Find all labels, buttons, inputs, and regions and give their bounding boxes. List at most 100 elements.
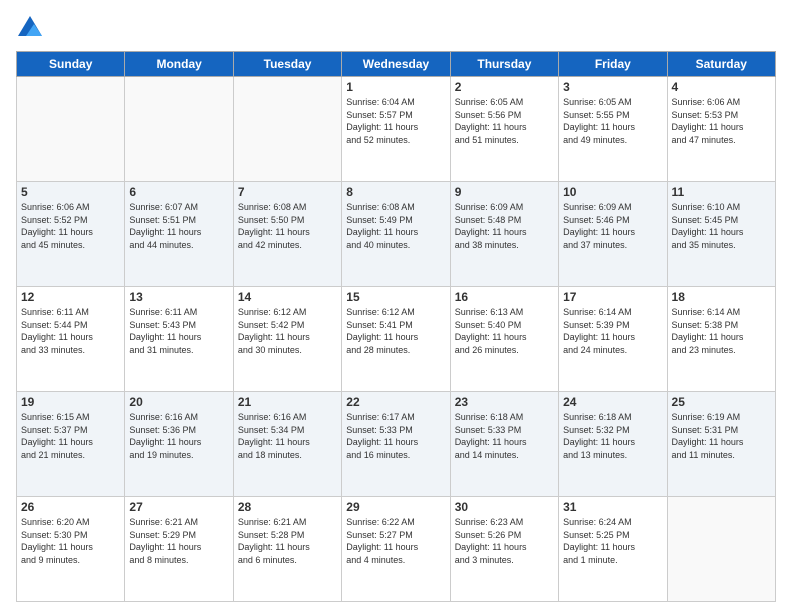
calendar-cell: 17 Sunrise: 6:14 AM Sunset: 5:39 PM Dayli…	[559, 287, 667, 392]
weekday-header: Sunday	[17, 52, 125, 77]
calendar-header-row: SundayMondayTuesdayWednesdayThursdayFrid…	[17, 52, 776, 77]
calendar-cell: 10Sunrise: 6:09 AM Sunset: 5:46 PM Dayli…	[559, 182, 667, 287]
day-number: 23	[455, 395, 554, 409]
calendar-cell: 21 Sunrise: 6:16 AM Sunset: 5:34 PM Dayli…	[233, 392, 341, 497]
calendar-cell: 31Sunrise: 6:24 AM Sunset: 5:25 PM Dayli…	[559, 497, 667, 602]
day-info: Sunrise: 6:21 AM Sunset: 5:28 PM Dayligh…	[238, 516, 337, 566]
day-number: 24	[563, 395, 662, 409]
calendar-cell: 28 Sunrise: 6:21 AM Sunset: 5:28 PM Dayli…	[233, 497, 341, 602]
day-info: Sunrise: 6:14 AM Sunset: 5:38 PM Dayligh…	[672, 306, 771, 356]
day-info: Sunrise: 6:14 AM Sunset: 5:39 PM Dayligh…	[563, 306, 662, 356]
calendar-cell: 19 Sunrise: 6:15 AM Sunset: 5:37 PM Dayli…	[17, 392, 125, 497]
day-number: 26	[21, 500, 120, 514]
day-info: Sunrise: 6:04 AM Sunset: 5:57 PM Dayligh…	[346, 96, 445, 146]
day-info: Sunrise: 6:11 AM Sunset: 5:44 PM Dayligh…	[21, 306, 120, 356]
day-number: 6	[129, 185, 228, 199]
calendar-cell: 6 Sunrise: 6:07 AM Sunset: 5:51 PM Daylig…	[125, 182, 233, 287]
day-number: 1	[346, 80, 445, 94]
calendar-cell	[125, 77, 233, 182]
day-number: 4	[672, 80, 771, 94]
day-number: 20	[129, 395, 228, 409]
calendar-cell: 23 Sunrise: 6:18 AM Sunset: 5:33 PM Dayli…	[450, 392, 558, 497]
calendar-cell: 14Sunrise: 6:12 AM Sunset: 5:42 PM Dayli…	[233, 287, 341, 392]
day-number: 13	[129, 290, 228, 304]
calendar-cell: 26 Sunrise: 6:20 AM Sunset: 5:30 PM Dayli…	[17, 497, 125, 602]
day-info: Sunrise: 6:07 AM Sunset: 5:51 PM Dayligh…	[129, 201, 228, 251]
day-info: Sunrise: 6:16 AM Sunset: 5:34 PM Dayligh…	[238, 411, 337, 461]
calendar-cell: 16 Sunrise: 6:13 AM Sunset: 5:40 PM Dayli…	[450, 287, 558, 392]
day-info: Sunrise: 6:21 AM Sunset: 5:29 PM Dayligh…	[129, 516, 228, 566]
calendar-week-row: 19 Sunrise: 6:15 AM Sunset: 5:37 PM Dayli…	[17, 392, 776, 497]
day-number: 18	[672, 290, 771, 304]
page: SundayMondayTuesdayWednesdayThursdayFrid…	[0, 0, 792, 612]
calendar-cell: 13 Sunrise: 6:11 AM Sunset: 5:43 PM Dayli…	[125, 287, 233, 392]
day-info: Sunrise: 6:12 AM Sunset: 5:42 PM Dayligh…	[238, 306, 337, 356]
calendar-cell: 8 Sunrise: 6:08 AM Sunset: 5:49 PM Daylig…	[342, 182, 450, 287]
day-number: 16	[455, 290, 554, 304]
day-number: 7	[238, 185, 337, 199]
calendar-week-row: 1 Sunrise: 6:04 AM Sunset: 5:57 PM Daylig…	[17, 77, 776, 182]
day-info: Sunrise: 6:11 AM Sunset: 5:43 PM Dayligh…	[129, 306, 228, 356]
calendar-cell: 1 Sunrise: 6:04 AM Sunset: 5:57 PM Daylig…	[342, 77, 450, 182]
day-number: 28	[238, 500, 337, 514]
calendar-week-row: 5 Sunrise: 6:06 AM Sunset: 5:52 PM Daylig…	[17, 182, 776, 287]
day-info: Sunrise: 6:22 AM Sunset: 5:27 PM Dayligh…	[346, 516, 445, 566]
calendar-cell	[233, 77, 341, 182]
day-info: Sunrise: 6:12 AM Sunset: 5:41 PM Dayligh…	[346, 306, 445, 356]
logo-icon	[18, 16, 42, 36]
day-info: Sunrise: 6:18 AM Sunset: 5:32 PM Dayligh…	[563, 411, 662, 461]
calendar-cell: 3 Sunrise: 6:05 AM Sunset: 5:55 PM Daylig…	[559, 77, 667, 182]
day-info: Sunrise: 6:18 AM Sunset: 5:33 PM Dayligh…	[455, 411, 554, 461]
day-number: 9	[455, 185, 554, 199]
calendar-cell: 29Sunrise: 6:22 AM Sunset: 5:27 PM Dayli…	[342, 497, 450, 602]
day-info: Sunrise: 6:06 AM Sunset: 5:53 PM Dayligh…	[672, 96, 771, 146]
calendar-cell	[17, 77, 125, 182]
day-number: 25	[672, 395, 771, 409]
calendar-cell: 11 Sunrise: 6:10 AM Sunset: 5:45 PM Dayli…	[667, 182, 775, 287]
day-number: 17	[563, 290, 662, 304]
day-number: 8	[346, 185, 445, 199]
calendar-cell: 18 Sunrise: 6:14 AM Sunset: 5:38 PM Dayli…	[667, 287, 775, 392]
calendar-cell: 5 Sunrise: 6:06 AM Sunset: 5:52 PM Daylig…	[17, 182, 125, 287]
day-info: Sunrise: 6:16 AM Sunset: 5:36 PM Dayligh…	[129, 411, 228, 461]
weekday-header: Tuesday	[233, 52, 341, 77]
day-number: 31	[563, 500, 662, 514]
day-info: Sunrise: 6:08 AM Sunset: 5:49 PM Dayligh…	[346, 201, 445, 251]
weekday-header: Monday	[125, 52, 233, 77]
calendar-cell: 27 Sunrise: 6:21 AM Sunset: 5:29 PM Dayli…	[125, 497, 233, 602]
calendar-cell: 22Sunrise: 6:17 AM Sunset: 5:33 PM Dayli…	[342, 392, 450, 497]
calendar-cell: 30Sunrise: 6:23 AM Sunset: 5:26 PM Dayli…	[450, 497, 558, 602]
calendar-cell: 12 Sunrise: 6:11 AM Sunset: 5:44 PM Dayli…	[17, 287, 125, 392]
day-number: 11	[672, 185, 771, 199]
header	[16, 16, 776, 41]
day-number: 12	[21, 290, 120, 304]
calendar-cell: 15 Sunrise: 6:12 AM Sunset: 5:41 PM Dayli…	[342, 287, 450, 392]
weekday-header: Wednesday	[342, 52, 450, 77]
calendar-week-row: 26 Sunrise: 6:20 AM Sunset: 5:30 PM Dayli…	[17, 497, 776, 602]
day-number: 19	[21, 395, 120, 409]
day-info: Sunrise: 6:13 AM Sunset: 5:40 PM Dayligh…	[455, 306, 554, 356]
day-info: Sunrise: 6:10 AM Sunset: 5:45 PM Dayligh…	[672, 201, 771, 251]
day-info: Sunrise: 6:19 AM Sunset: 5:31 PM Dayligh…	[672, 411, 771, 461]
day-number: 10	[563, 185, 662, 199]
calendar-cell	[667, 497, 775, 602]
day-info: Sunrise: 6:05 AM Sunset: 5:55 PM Dayligh…	[563, 96, 662, 146]
calendar-cell: 9Sunrise: 6:09 AM Sunset: 5:48 PM Daylig…	[450, 182, 558, 287]
day-number: 27	[129, 500, 228, 514]
day-number: 15	[346, 290, 445, 304]
calendar-week-row: 12 Sunrise: 6:11 AM Sunset: 5:44 PM Dayli…	[17, 287, 776, 392]
day-info: Sunrise: 6:17 AM Sunset: 5:33 PM Dayligh…	[346, 411, 445, 461]
day-info: Sunrise: 6:15 AM Sunset: 5:37 PM Dayligh…	[21, 411, 120, 461]
calendar-cell: 4 Sunrise: 6:06 AM Sunset: 5:53 PM Daylig…	[667, 77, 775, 182]
calendar-cell: 2Sunrise: 6:05 AM Sunset: 5:56 PM Daylig…	[450, 77, 558, 182]
day-number: 2	[455, 80, 554, 94]
logo	[16, 16, 42, 41]
weekday-header: Saturday	[667, 52, 775, 77]
day-number: 3	[563, 80, 662, 94]
day-number: 5	[21, 185, 120, 199]
day-number: 21	[238, 395, 337, 409]
day-info: Sunrise: 6:20 AM Sunset: 5:30 PM Dayligh…	[21, 516, 120, 566]
day-info: Sunrise: 6:06 AM Sunset: 5:52 PM Dayligh…	[21, 201, 120, 251]
calendar-cell: 7Sunrise: 6:08 AM Sunset: 5:50 PM Daylig…	[233, 182, 341, 287]
calendar-cell: 20 Sunrise: 6:16 AM Sunset: 5:36 PM Dayli…	[125, 392, 233, 497]
